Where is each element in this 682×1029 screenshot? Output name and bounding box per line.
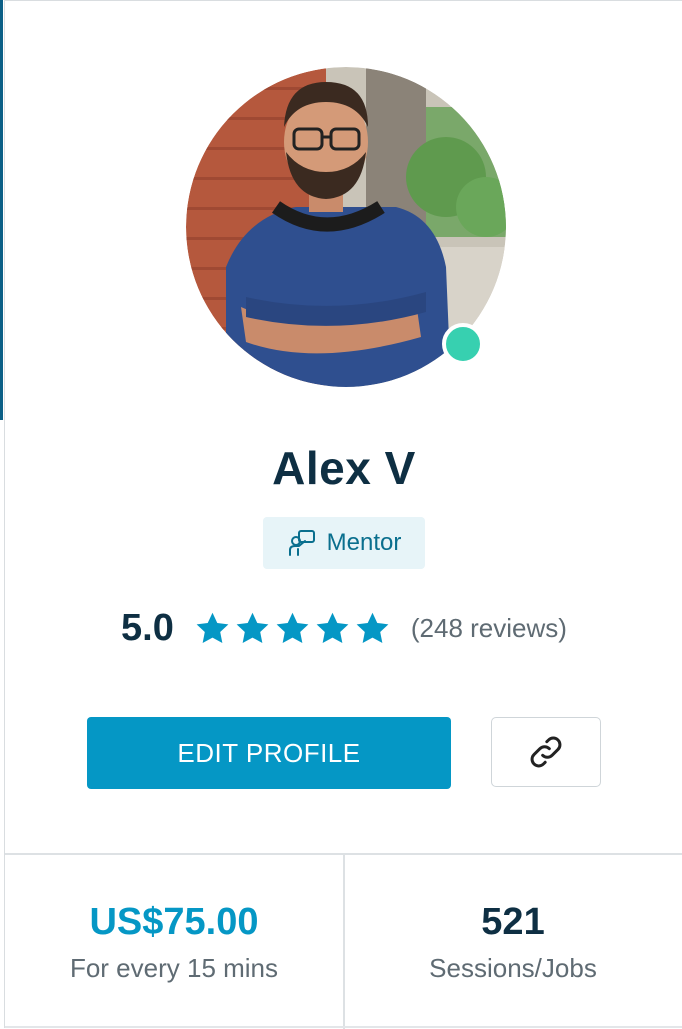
star-icon: [316, 612, 349, 643]
badge-label: Mentor: [326, 529, 402, 556]
profile-name: Alex V: [272, 442, 416, 494]
profile-card: Alex V Mentor 5.0 (248 reviews) EDIT PRO…: [4, 0, 682, 1029]
mentor-icon: [288, 530, 315, 556]
link-icon: [530, 736, 562, 768]
star-icon: [196, 612, 229, 643]
avatar-container: [186, 67, 506, 387]
sessions-value: 521: [481, 901, 545, 943]
sessions-stat: 521 Sessions/Jobs: [344, 853, 682, 1029]
copy-link-button[interactable]: [491, 717, 601, 787]
star-icon: [236, 612, 269, 643]
left-accent-bar: [0, 0, 3, 420]
mentor-badge: Mentor: [263, 517, 425, 569]
sessions-label: Sessions/Jobs: [429, 953, 597, 983]
rate-label: For every 15 mins: [69, 953, 279, 983]
rate-stat: US$75.00 For every 15 mins: [5, 853, 343, 1029]
rating-row: 5.0 (248 reviews): [5, 605, 682, 651]
online-status-dot: [442, 323, 484, 365]
star-icon: [276, 612, 309, 643]
star-rating: [194, 610, 391, 647]
edit-profile-button[interactable]: EDIT PROFILE: [87, 717, 451, 789]
rating-value: 5.0: [121, 606, 174, 649]
star-icon: [356, 612, 389, 643]
reviews-count-link[interactable]: (248 reviews): [411, 613, 567, 644]
rate-value: US$75.00: [89, 901, 259, 943]
